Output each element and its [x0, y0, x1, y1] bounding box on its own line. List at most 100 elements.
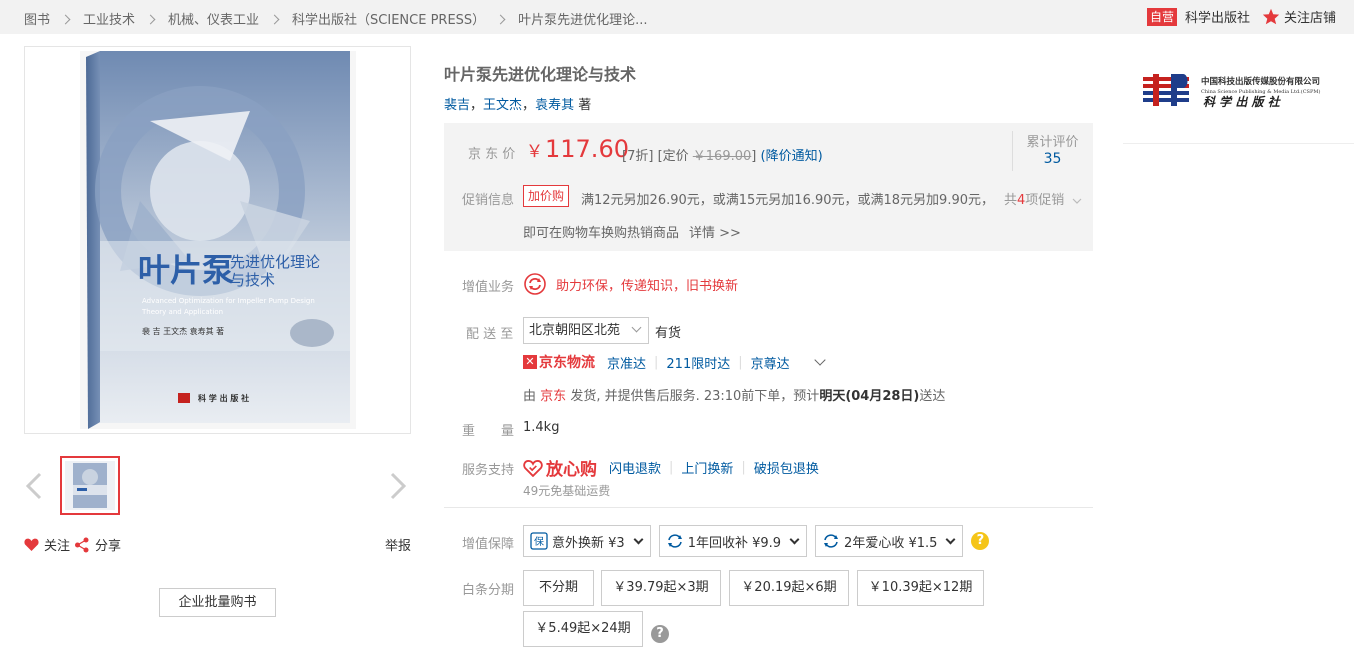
thumbnail-strip	[24, 456, 411, 516]
recycle-icon	[524, 273, 546, 295]
follow-button[interactable]: 关注	[24, 535, 70, 554]
service-support: 放心购 闪电退款 | 上门换新 | 破损包退换	[523, 455, 819, 480]
service-item-1[interactable]: 闪电退款	[609, 458, 661, 477]
svg-text:Advanced Optimization for Impe: Advanced Optimization for Impeller Pump …	[142, 297, 315, 305]
list-price: ￥169.00	[692, 149, 752, 164]
price-label: 京 东 价	[468, 147, 516, 162]
value-added-service[interactable]: 助力环保，传递知识，旧书换新	[524, 273, 738, 295]
promotion-label: 促销信息	[462, 193, 515, 208]
delivery-address-value: 北京朝阳区北苑	[529, 323, 621, 338]
logistics-option-3[interactable]: 京尊达	[751, 353, 790, 372]
free-shipping-note: 49元免基础运费	[523, 484, 611, 498]
promotion-count-toggle[interactable]: 共4项促销	[1004, 189, 1082, 208]
value-added-label: 增值业务	[462, 280, 515, 295]
price-drop-notify-link[interactable]: (降价通知)	[761, 149, 823, 164]
weight-label: 重 量	[462, 424, 515, 439]
chevron-right-icon	[145, 14, 156, 25]
chevron-left-icon[interactable]	[24, 472, 44, 500]
svg-text:科 学 出 版 社: 科 学 出 版 社	[198, 393, 249, 403]
installment-option-6[interactable]: ￥20.19起×6期	[729, 570, 849, 606]
logistics-options: ✕ 京东物流 京准达 | 211限时达 | 京尊达	[523, 352, 826, 372]
heart-icon	[24, 538, 39, 551]
chevron-down-icon	[789, 534, 800, 544]
promotion-tag: 加价购	[523, 185, 570, 207]
review-count[interactable]: 35	[1013, 151, 1092, 167]
seller-name: 京东	[540, 389, 567, 404]
delivery-address-select[interactable]: 北京朝阳区北苑	[523, 317, 649, 344]
star-icon	[1262, 8, 1280, 25]
svg-text:China Science Publishing & Med: China Science Publishing & Media Ltd.(CS…	[1201, 88, 1320, 95]
installment-option-none[interactable]: 不分期	[523, 570, 594, 606]
share-label: 分享	[95, 539, 122, 554]
help-icon[interactable]: ?	[971, 532, 990, 550]
sidebar-divider	[1123, 143, 1354, 144]
weight-value: 1.4kg	[523, 420, 560, 435]
guarantee-option-accident[interactable]: 保 意外换新 ¥3	[523, 525, 651, 557]
svg-text:与技术: 与技术	[230, 271, 275, 289]
chevron-down-icon	[1073, 198, 1082, 204]
installment-option-24[interactable]: ￥5.49起×24期	[523, 611, 643, 647]
guarantee-option-recycle-1y[interactable]: 1年回收补 ¥9.9	[658, 525, 808, 557]
svg-text:保: 保	[534, 535, 544, 548]
preview-actions: 关注 分享 举报	[24, 535, 411, 555]
svg-text:中国科技出版传媒股份有限公司: 中国科技出版传媒股份有限公司	[1201, 76, 1320, 87]
section-divider	[444, 507, 1093, 508]
author-line: 裴吉，王文杰，袁寿其 著	[444, 94, 591, 113]
jd-price: ￥117.60	[526, 135, 629, 163]
chevron-right-icon	[269, 14, 280, 25]
guarantee-options: 保 意外换新 ¥3 1年回收补 ¥9.9 2年爱心收 ¥1.5 ?	[523, 525, 990, 557]
product-main-image[interactable]: 叶片泵 先进优化理论 与技术 Advanced Optimization for…	[24, 46, 411, 434]
stock-status: 有货	[655, 326, 682, 341]
chevron-right-icon	[495, 14, 506, 25]
svg-text:叶片泵: 叶片泵	[138, 251, 234, 289]
breadcrumb-item-machinery[interactable]: 机械、仪表工业	[168, 9, 259, 28]
estimated-delivery-date: 明天(04月28日)	[819, 389, 920, 404]
breadcrumb-bar: 图书 工业技术 机械、仪表工业 科学出版社（SCIENCE PRESS） 叶片泵…	[0, 0, 1354, 34]
heart-outline-icon	[523, 459, 543, 477]
worry-free-badge: 放心购	[523, 455, 597, 480]
service-item-3[interactable]: 破损包退换	[754, 458, 819, 477]
installment-option-12[interactable]: ￥10.39起×12期	[857, 570, 984, 606]
share-button[interactable]: 分享	[74, 535, 121, 554]
chevron-down-icon[interactable]	[813, 353, 826, 366]
thumbnail-1[interactable]	[60, 456, 120, 515]
breadcrumb-item-books[interactable]: 图书	[24, 9, 50, 28]
chevron-down-icon	[631, 322, 642, 333]
jd-logistics-logo: ✕ 京东物流	[523, 352, 595, 372]
author-link-3[interactable]: 袁寿其	[535, 98, 574, 113]
breadcrumb: 图书 工业技术 机械、仪表工业 科学出版社（SCIENCE PRESS） 叶片泵…	[24, 9, 648, 28]
self-operated-badge: 自营	[1146, 7, 1177, 26]
author-separator: ，	[522, 98, 536, 113]
discount-rate: [7折]	[622, 149, 654, 164]
installment-option-3[interactable]: ￥39.79起×3期	[601, 570, 721, 606]
share-icon	[75, 537, 89, 552]
review-summary: 累计评价 35	[1012, 131, 1092, 171]
publisher-logo[interactable]: 中国科技出版传媒股份有限公司 China Science Publishing …	[1143, 72, 1343, 112]
chevron-right-icon[interactable]	[388, 472, 408, 500]
follow-shop-button[interactable]: 关注店铺	[1262, 7, 1336, 26]
svg-text:裴 吉 王文杰 袁寿其 著: 裴 吉 王文杰 袁寿其 著	[142, 326, 224, 336]
author-link-2[interactable]: 王文杰	[483, 98, 522, 113]
review-label: 累计评价	[1026, 135, 1079, 150]
installment-label: 白条分期	[462, 583, 515, 598]
breadcrumb-item-publisher[interactable]: 科学出版社（SCIENCE PRESS）	[292, 9, 485, 28]
breadcrumb-item-current: 叶片泵先进优化理论...	[518, 13, 648, 28]
service-label: 服务支持	[462, 463, 515, 478]
service-item-2[interactable]: 上门换新	[681, 458, 733, 477]
chevron-right-icon	[60, 14, 71, 25]
guarantee-option-recycle-2y[interactable]: 2年爱心收 ¥1.5	[815, 525, 964, 557]
chevron-down-icon	[945, 534, 956, 544]
book-cover-image: 叶片泵 先进优化理论 与技术 Advanced Optimization for…	[80, 51, 356, 429]
report-link[interactable]: 举报	[385, 535, 411, 554]
promotion-details-link[interactable]: 详情 >>	[689, 226, 741, 241]
jd-logistics-icon: ✕	[523, 355, 537, 369]
logistics-option-2[interactable]: 211限时达	[666, 353, 730, 372]
bulk-buy-button[interactable]: 企业批量购书	[159, 588, 276, 617]
breadcrumb-item-industrial-tech[interactable]: 工业技术	[83, 9, 135, 28]
logistics-option-1[interactable]: 京准达	[607, 353, 646, 372]
insurance-icon: 保	[530, 532, 548, 550]
author-link-1[interactable]: 裴吉	[444, 98, 470, 113]
recycle-icon	[667, 534, 682, 548]
shop-name-link[interactable]: 科学出版社	[1185, 7, 1250, 26]
help-icon[interactable]: ?	[651, 625, 669, 643]
